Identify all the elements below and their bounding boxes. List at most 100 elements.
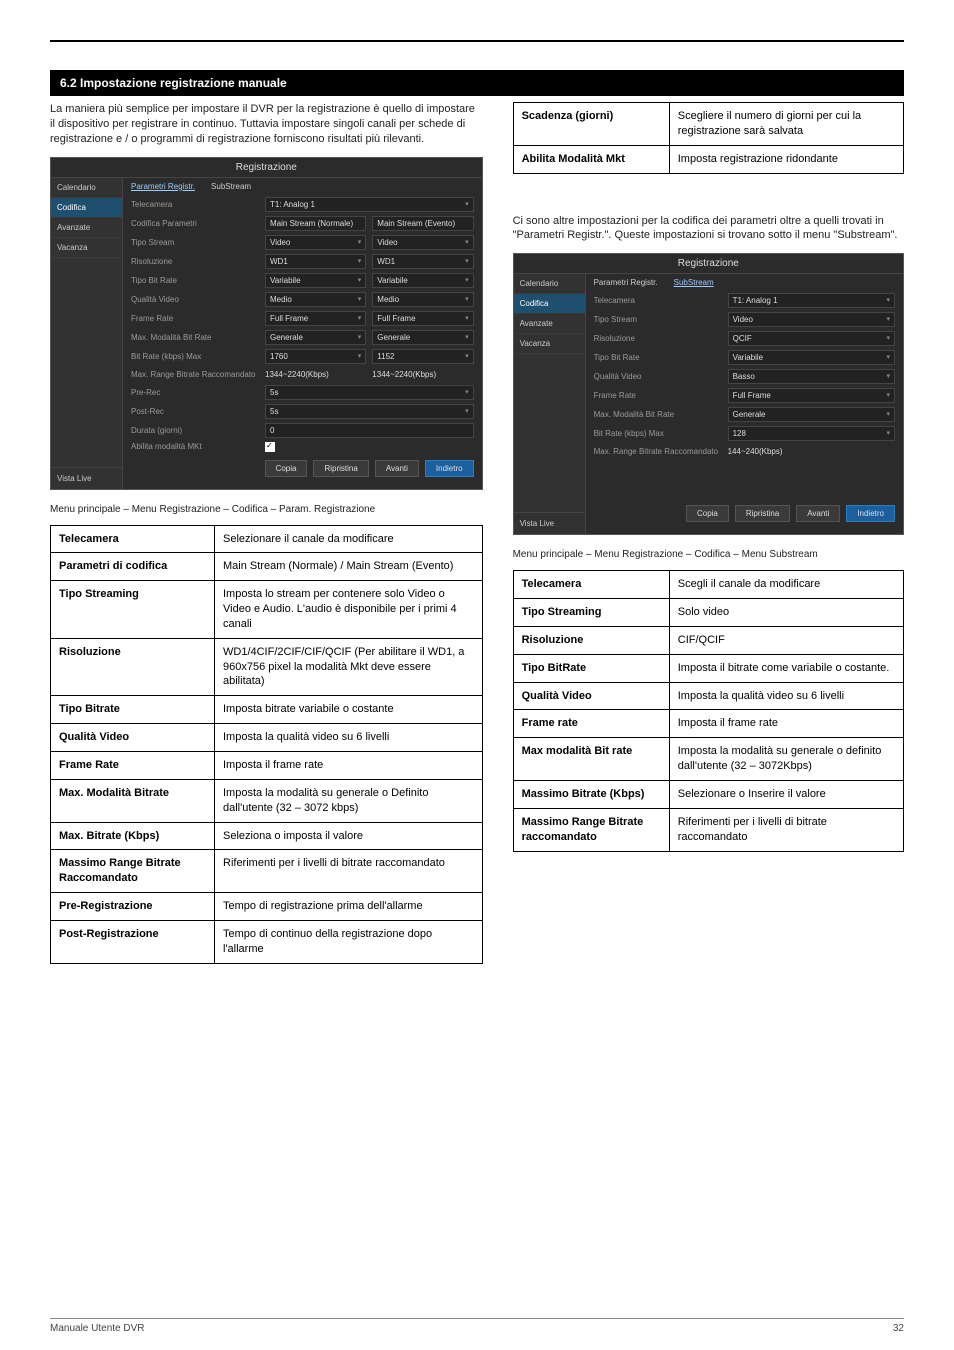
form-value[interactable]: QCIF <box>728 331 895 346</box>
caption-left: Menu principale – Menu Registrazione – C… <box>50 504 483 515</box>
sidebar-item[interactable]: Calendario <box>514 274 585 294</box>
right-column: Scadenza (giorni)Scegliere il numero di … <box>513 96 904 976</box>
tab-parametri[interactable]: Parametri Registr. <box>586 274 666 291</box>
cell-key: Qualità Video <box>513 682 669 710</box>
sidebar-item[interactable]: Avanzate <box>514 314 585 334</box>
intro-paragraph: La maniera più semplice per impostare il… <box>50 102 483 147</box>
form-value[interactable]: Basso <box>728 369 895 384</box>
form-label: Tipo Bit Rate <box>131 276 259 285</box>
cell-key: Tipo Streaming <box>513 599 669 627</box>
sidebar-item[interactable]: Codifica <box>51 198 122 218</box>
next-button[interactable]: Avanti <box>796 505 840 522</box>
form-value[interactable]: 5s <box>265 404 474 419</box>
form-label: Telecamera <box>594 296 722 305</box>
cell-key: Frame rate <box>513 710 669 738</box>
footer-left: Manuale Utente DVR <box>50 1323 145 1334</box>
page-footer: Manuale Utente DVR 32 <box>50 1318 904 1334</box>
sidebar-item[interactable]: Codifica <box>514 294 585 314</box>
cell-key: Tipo Streaming <box>51 581 215 639</box>
tab-substream[interactable]: SubStream <box>666 274 722 291</box>
form-value[interactable]: Generale <box>728 407 895 422</box>
footer-right: 32 <box>893 1323 904 1334</box>
cell-key: Telecamera <box>513 571 669 599</box>
form-value[interactable]: 128 <box>728 426 895 441</box>
tabs: Parametri Registr. SubStream <box>123 178 482 195</box>
form-value[interactable]: 1152 <box>372 349 473 364</box>
sidebar-item[interactable]: Avanzate <box>51 218 122 238</box>
table-substream-params: TelecameraScegli il canale da modificare… <box>513 570 904 851</box>
form-label: Qualità Video <box>594 372 722 381</box>
form-value[interactable]: Medio <box>265 292 366 307</box>
form-value[interactable]: WD1 <box>372 254 473 269</box>
form-value[interactable]: Variabile <box>728 350 895 365</box>
cell-val: Scegli il canale da modificare <box>669 571 903 599</box>
sidebar-item[interactable]: Vacanza <box>514 334 585 354</box>
form-value[interactable]: Main Stream (Normale) <box>265 216 366 231</box>
form-value[interactable]: Generale <box>372 330 473 345</box>
form-value[interactable]: T1: Analog 1 <box>728 293 895 308</box>
button-row: Copia Ripristina Avanti Indietro <box>123 454 482 483</box>
cell-key: Abilita Modalità Mkt <box>513 145 669 173</box>
cell-val: Seleziona o imposta il valore <box>215 822 483 850</box>
screenshot-body: Calendario Codifica Avanzate Vacanza Vis… <box>51 178 482 489</box>
copy-button[interactable]: Copia <box>686 505 729 522</box>
restore-button[interactable]: Ripristina <box>313 460 368 477</box>
cell-val: Tempo di continuo della registrazione do… <box>215 920 483 963</box>
cell-key: Max modalità Bit rate <box>513 738 669 781</box>
form-label: Tipo Bit Rate <box>594 353 722 362</box>
cell-key: Max. Bitrate (Kbps) <box>51 822 215 850</box>
screenshot-body: Calendario Codifica Avanzate Vacanza Vis… <box>514 274 903 534</box>
form-value[interactable]: Medio <box>372 292 473 307</box>
cell-val: Selezionare o Inserire il valore <box>669 780 903 808</box>
back-button[interactable]: Indietro <box>846 505 895 522</box>
cell-key: Parametri di codifica <box>51 553 215 581</box>
cell-key: Qualità Video <box>51 724 215 752</box>
form-value[interactable]: Variabile <box>372 273 473 288</box>
back-button[interactable]: Indietro <box>425 460 474 477</box>
form-value[interactable]: Variabile <box>265 273 366 288</box>
form-value[interactable]: Full Frame <box>372 311 473 326</box>
screenshot-title: Registrazione <box>514 254 903 274</box>
form-value[interactable]: T1: Analog 1 <box>265 197 474 212</box>
screenshot-parametri: Registrazione Calendario Codifica Avanza… <box>50 157 483 490</box>
cell-val: Tempo di registrazione prima dell'allarm… <box>215 893 483 921</box>
form-value[interactable]: 0 <box>265 423 474 438</box>
form-label: Tipo Stream <box>594 315 722 324</box>
cell-key: Frame Rate <box>51 751 215 779</box>
cell-val: Riferimenti per i livelli di bitrate rac… <box>669 808 903 851</box>
form-value[interactable]: WD1 <box>265 254 366 269</box>
sidebar-bottom[interactable]: Vista Live <box>51 467 122 489</box>
form-value[interactable]: Video <box>265 235 366 250</box>
form-label: Risoluzione <box>131 257 259 266</box>
form-value[interactable]: Full Frame <box>728 388 895 403</box>
form-label: Tipo Stream <box>131 238 259 247</box>
form-label: Max. Modalità Bit Rate <box>594 410 722 419</box>
form-value[interactable]: Video <box>728 312 895 327</box>
form-value[interactable]: Full Frame <box>265 311 366 326</box>
copy-button[interactable]: Copia <box>265 460 308 477</box>
form-value[interactable]: Video <box>372 235 473 250</box>
tab-parametri[interactable]: Parametri Registr. <box>123 178 203 195</box>
cell-key: Massimo Bitrate (Kbps) <box>513 780 669 808</box>
form-label: Max. Range Bitrate Raccomandato <box>131 370 259 379</box>
table-main-params: TelecameraSelezionare il canale da modif… <box>50 525 483 964</box>
cell-key: Scadenza (giorni) <box>513 103 669 146</box>
form-value[interactable]: Main Stream (Evento) <box>372 216 473 231</box>
button-row: Copia Ripristina Avanti Indietro <box>586 499 903 528</box>
sidebar-item[interactable]: Calendario <box>51 178 122 198</box>
form-value[interactable]: 1760 <box>265 349 366 364</box>
form-value[interactable]: 5s <box>265 385 474 400</box>
cell-key: Massimo Range Bitrate raccomandato <box>513 808 669 851</box>
checkbox-icon[interactable] <box>265 442 275 452</box>
two-column-layout: La maniera più semplice per impostare il… <box>50 96 904 976</box>
sidebar-bottom[interactable]: Vista Live <box>514 512 585 534</box>
page: 6.2 Impostazione registrazione manuale L… <box>0 0 954 1350</box>
cell-val: Imposta la qualità video su 6 livelli <box>669 682 903 710</box>
form-value[interactable]: Generale <box>265 330 366 345</box>
tab-substream[interactable]: SubStream <box>203 178 259 195</box>
sidebar-item[interactable]: Vacanza <box>51 238 122 258</box>
cell-val: Selezionare il canale da modificare <box>215 525 483 553</box>
restore-button[interactable]: Ripristina <box>735 505 790 522</box>
form-label: Bit Rate (kbps) Max <box>131 352 259 361</box>
next-button[interactable]: Avanti <box>375 460 419 477</box>
